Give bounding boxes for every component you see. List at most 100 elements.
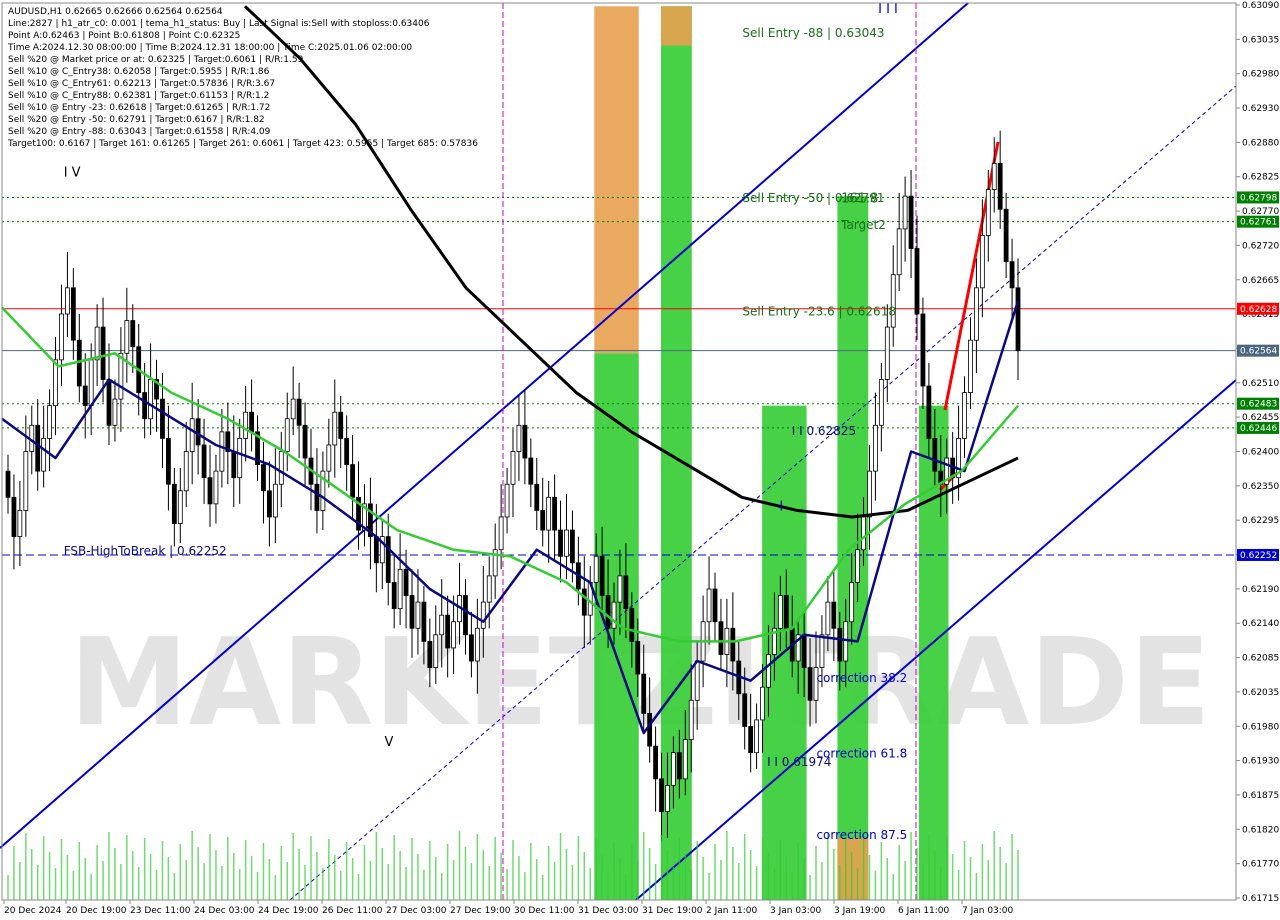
annotation-label: correction 61.8 — [816, 746, 907, 760]
candle-body — [160, 398, 165, 439]
candle-body — [867, 470, 872, 518]
candle-body — [676, 752, 682, 780]
candle-body — [350, 464, 355, 498]
time-tick-label: 2 Jan 11:00 — [706, 906, 758, 916]
candle-body — [528, 457, 534, 485]
price-tick-label: 0.61820 — [1242, 825, 1279, 835]
time-tick-label: 26 Dec 11:00 — [322, 906, 383, 916]
candle-body — [926, 385, 932, 439]
candle-body — [991, 163, 997, 191]
candle-body — [873, 424, 878, 472]
candle-body — [671, 752, 676, 786]
candle-body — [41, 438, 47, 472]
candle-body — [201, 444, 207, 479]
watermark: MARKETZITRADE — [69, 614, 1211, 753]
annotation-label: I I 0.62825 — [792, 424, 856, 438]
candle-body — [326, 444, 332, 472]
candle-body — [237, 438, 243, 479]
candle-body — [641, 673, 647, 714]
candle-body — [819, 634, 825, 668]
candle-body — [474, 627, 480, 662]
annotation-label: Sell Entry -23.6 | 0.62618 — [742, 304, 896, 318]
candle-body — [878, 379, 884, 426]
annotation-label: I V — [64, 166, 81, 181]
candle-body — [914, 248, 920, 315]
price-tick-label: 0.62350 — [1242, 482, 1279, 492]
candle-body — [861, 516, 866, 551]
annotation-label: correction 87.5 — [816, 828, 907, 842]
candle-body — [498, 516, 504, 551]
candle-body — [623, 575, 629, 610]
candle-body — [510, 451, 516, 485]
candle-body — [920, 313, 926, 387]
candle-body — [884, 326, 890, 380]
candle-body — [421, 601, 427, 642]
candle-body — [605, 595, 611, 629]
candle-body — [896, 228, 902, 276]
candle-body — [855, 549, 860, 583]
time-tick-label: 3 Jan 03:00 — [770, 906, 822, 916]
candle-body — [314, 483, 320, 511]
candle-body — [760, 686, 765, 721]
level-tag-label: 0.62628 — [1240, 305, 1277, 315]
candle-body — [635, 640, 641, 675]
candle-body — [682, 739, 688, 780]
candle-body — [908, 195, 914, 249]
time-tick-label: 27 Dec 03:00 — [386, 906, 447, 916]
candle-body — [522, 424, 528, 459]
zone-3 — [660, 6, 692, 46]
candle-body — [284, 418, 290, 452]
time-tick-label: 23 Dec 11:00 — [130, 906, 191, 916]
candle-body — [243, 411, 249, 439]
candle-body — [469, 634, 474, 662]
candle-body — [777, 595, 783, 629]
info-line: Sell %10 @ C_Entry88: 0.62381 | Target:0… — [8, 91, 269, 101]
candle-body — [540, 510, 546, 531]
price-tick-label: 0.63090 — [1242, 1, 1279, 11]
candle-body — [659, 778, 664, 813]
level-tag-label: 0.62252 — [1240, 551, 1277, 561]
watermark-text: MARKETZITRADE — [69, 614, 1211, 753]
zone-0 — [594, 6, 639, 354]
candle-body — [112, 398, 118, 426]
time-tick-label: 24 Dec 19:00 — [258, 906, 319, 916]
candle-body — [59, 313, 64, 361]
time-tick-label: 30 Dec 11:00 — [514, 906, 575, 916]
candle-body — [932, 438, 938, 472]
candle-body — [189, 418, 195, 452]
price-tick-label: 0.61980 — [1242, 722, 1279, 732]
info-line: Line:2827 | h1_atr_c0: 0.001 | tema_h1_s… — [8, 19, 430, 29]
annotation-label: Sell Entry -88 | 0.63043 — [742, 26, 884, 40]
candle-body — [629, 608, 635, 642]
candle-body — [807, 667, 813, 701]
candle-body — [344, 438, 350, 465]
candle-body — [843, 621, 849, 662]
candle-body — [766, 654, 771, 688]
price-axis: 0.63090 0.63035 0.62980 0.62930 0.62880 0.628… — [1235, 0, 1280, 920]
candle-body — [688, 699, 694, 740]
annotation-label: correction 38.2 — [816, 671, 907, 685]
candle-body — [373, 536, 379, 564]
candle-body — [712, 588, 718, 623]
level-tag-label: 0.62564 — [1240, 347, 1277, 357]
candle-body — [272, 483, 278, 518]
candle-body — [902, 195, 908, 230]
info-line: Sell %10 @ Entry -23: 0.62618 | Target:0… — [8, 103, 270, 113]
price-tick-label: 0.61875 — [1242, 791, 1279, 801]
candle-body — [177, 490, 183, 524]
info-line: Sell %20 @ Entry -50: 0.62791 | Target:0… — [8, 115, 265, 125]
candle-body — [837, 627, 843, 662]
candle-body — [231, 451, 237, 479]
price-tick-label: 0.62930 — [1242, 104, 1279, 114]
info-line: Point A:0.62463 | Point B:0.61808 | Poin… — [8, 31, 240, 41]
price-tick-label: 0.62455 — [1242, 413, 1279, 423]
time-tick-label: 31 Dec 19:00 — [642, 906, 703, 916]
candle-body — [849, 582, 855, 623]
candle-body — [962, 392, 967, 439]
zone-7 — [918, 405, 949, 900]
candle-body — [17, 510, 23, 538]
price-tick-label: 0.62880 — [1242, 138, 1279, 148]
candle-body — [439, 614, 445, 636]
price-tick-label: 0.62665 — [1242, 276, 1279, 286]
candle-body — [504, 483, 510, 518]
